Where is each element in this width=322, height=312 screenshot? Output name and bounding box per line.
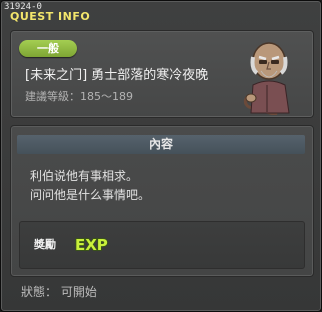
window-title: QUEST INFO xyxy=(10,10,91,23)
quest-category-badge: 一般 xyxy=(19,40,77,57)
reward-label: 獎勵 xyxy=(34,238,56,251)
quest-info-window: 31924-0 QUEST INFO 一般 [未来之门] 勇士部落的寒冷夜晚 建… xyxy=(0,0,322,312)
quest-name: [未来之门] 勇士部落的寒冷夜晚 xyxy=(25,68,209,83)
description-line: 利伯说他有事相求。 xyxy=(30,169,139,183)
old-man-npc-portrait-icon xyxy=(243,42,290,115)
content-section-header: 內容 xyxy=(17,135,305,154)
description-line: 问问他是什么事情吧。 xyxy=(30,188,151,202)
reward-box: 獎勵 EXP xyxy=(19,221,305,269)
level-requirement: 建議等級：185～189 xyxy=(25,90,133,103)
quest-detail-panel: 內容 利伯说他有事相求。 问问他是什么事情吧。 獎勵 EXP xyxy=(10,125,314,277)
quest-status: 狀態： 可開始 xyxy=(21,285,97,299)
quest-summary-panel: 一般 [未来之门] 勇士部落的寒冷夜晚 建議等級：185～189 xyxy=(10,30,314,118)
exp-icon[interactable]: EXP xyxy=(73,234,113,254)
exp-text: EXP xyxy=(75,236,108,254)
